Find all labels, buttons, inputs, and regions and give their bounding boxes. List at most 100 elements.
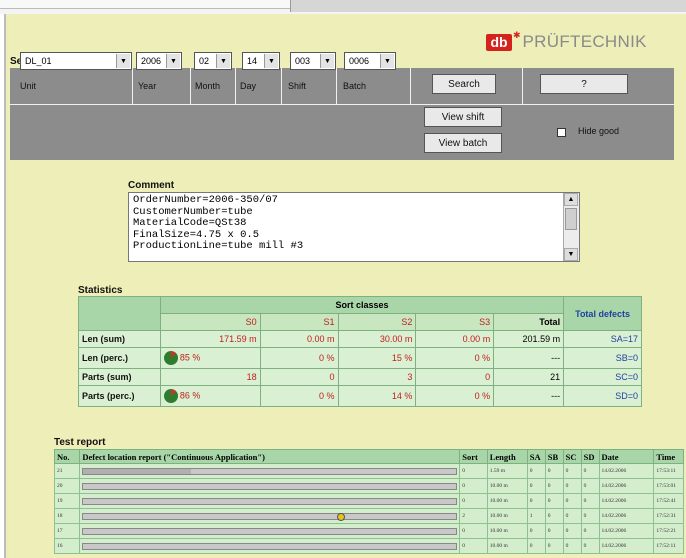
total-defects-header: Total defects <box>563 296 642 331</box>
table-row[interactable]: 21 0 1.59 m 0 0 0 0 14.02.2006 17:53:11 <box>53 463 684 479</box>
cell-date: 14.02.2006 <box>598 523 655 539</box>
cell-time: 17:52:21 <box>653 523 684 539</box>
test-report-body: 21 0 1.59 m 0 0 0 0 14.02.2006 17:53:11 20 0 10.00 … <box>53 463 684 554</box>
unit-value: DL_01 <box>25 56 52 66</box>
help-button[interactable]: ? <box>540 74 628 94</box>
search-button[interactable]: Search <box>432 74 496 94</box>
divider <box>132 68 133 104</box>
stat-value: 85 % <box>179 352 201 363</box>
defect-location-bar-cell <box>79 493 461 509</box>
day-select[interactable]: 14 ▼ <box>242 52 280 70</box>
defect-cell: SD=0 <box>563 385 642 407</box>
scroll-thumb[interactable] <box>565 208 577 230</box>
divider <box>281 68 282 104</box>
pie-chart-icon <box>163 351 178 365</box>
table-row[interactable]: 18 2 10.00 m 1 0 0 0 14.02.2006 17:52:31 <box>53 508 684 524</box>
scroll-down-icon[interactable]: ▼ <box>564 248 578 261</box>
window-top-strip <box>0 0 686 14</box>
brand-logo: db ✱ PRÜFTECHNIK <box>486 29 647 52</box>
test-report-title: Test report <box>54 437 106 448</box>
defect-location-bar-cell <box>79 538 461 554</box>
defect-location-bar <box>82 467 458 475</box>
test-report-table: No. Defect location report ("Continuous A… <box>53 449 684 554</box>
table-row[interactable]: 19 0 10.00 m 0 0 0 0 14.02.2006 17:52:41 <box>53 493 684 509</box>
stat-cell: 171.59 m <box>159 330 261 348</box>
cell-sort: 0 <box>459 463 488 479</box>
header-divider <box>10 104 674 105</box>
cell-no: 17 <box>53 523 81 539</box>
row-label: Parts (sum) <box>78 368 161 386</box>
cell-length: 10.00 m <box>486 478 528 494</box>
cell-date: 14.02.2006 <box>598 508 655 524</box>
shift-value: 003 <box>295 56 311 66</box>
col-header: S0 <box>159 313 261 331</box>
defect-location-bar <box>82 512 458 521</box>
cell-sa: 0 <box>526 463 546 479</box>
hide-good-checkbox[interactable] <box>557 128 566 137</box>
chevron-down-icon: ▼ <box>166 54 180 68</box>
stats-corner <box>78 296 161 331</box>
db-logo-icon: db <box>486 33 512 51</box>
shift-select[interactable]: 003 ▼ <box>290 52 336 70</box>
defect-location-bar-cell <box>79 478 461 494</box>
cell-length: 1.59 m <box>486 463 528 479</box>
cell-length: 10.00 m <box>486 538 528 554</box>
scroll-up-icon[interactable]: ▲ <box>564 193 578 206</box>
cell-sb: 0 <box>544 463 564 479</box>
cell-date: 14.02.2006 <box>598 493 655 509</box>
view-shift-button[interactable]: View shift <box>424 107 502 127</box>
row-label: Len (sum) <box>78 330 161 348</box>
defect-cell: SA=17 <box>563 330 642 348</box>
statistics-table: Sort classes Total defects S0 S1 S2 S3 T… <box>78 296 642 407</box>
batch-select[interactable]: 0006 ▼ <box>344 52 396 70</box>
table-row[interactable]: 17 0 10.00 m 0 0 0 0 14.02.2006 17:52:21 <box>53 523 684 539</box>
comment-scrollbar[interactable]: ▲ ▼ <box>563 193 579 261</box>
unit-header: Unit <box>20 81 37 91</box>
cell-sd: 0 <box>580 463 600 479</box>
defect-marker-icon[interactable] <box>336 512 345 521</box>
cell-no: 16 <box>53 538 81 554</box>
stat-cell: 21 <box>493 368 565 386</box>
year-select[interactable]: 2006 ▼ <box>136 52 182 70</box>
divider <box>190 68 191 104</box>
brand-name: PRÜFTECHNIK <box>522 32 647 51</box>
comment-textarea[interactable]: OrderNumber=2006-350/07 CustomerNumber=t… <box>128 192 580 262</box>
divider <box>410 68 411 104</box>
cell-no: 21 <box>53 463 81 479</box>
cell-no: 20 <box>53 478 81 494</box>
stat-cell: 0 <box>259 368 339 386</box>
logo-star-icon: ✱ <box>513 29 521 40</box>
table-row[interactable]: 20 0 10.00 m 0 0 0 0 14.02.2006 17:53:01 <box>53 478 684 494</box>
stat-cell: 3 <box>337 368 417 386</box>
chevron-down-icon: ▼ <box>320 54 334 68</box>
stat-cell: 15 % <box>337 347 417 369</box>
column-header: SB <box>544 449 564 464</box>
shift-header: Shift <box>288 81 307 91</box>
column-header: Date <box>598 449 655 464</box>
stat-cell: --- <box>493 385 565 407</box>
chevron-down-icon: ▼ <box>264 54 278 68</box>
cell-sd: 0 <box>580 493 600 509</box>
cell-sa: 0 <box>526 493 546 509</box>
cell-sort: 0 <box>459 523 488 539</box>
stat-cell: 0 % <box>259 347 339 369</box>
col-header: Total <box>493 313 565 331</box>
month-select[interactable]: 02 ▼ <box>194 52 232 70</box>
cell-sort: 0 <box>459 538 488 554</box>
column-header: Defect location report ("Continuous Appl… <box>79 449 461 464</box>
batch-header: Batch <box>343 81 367 91</box>
stat-cell: 0.00 m <box>259 330 339 348</box>
view-batch-button[interactable]: View batch <box>424 133 502 153</box>
column-header: SA <box>526 449 546 464</box>
unit-select[interactable]: DL_01 ▼ <box>20 52 132 70</box>
month-value: 02 <box>199 56 210 66</box>
table-row[interactable]: 16 0 10.00 m 0 0 0 0 14.02.2006 17:52:11 <box>53 538 684 554</box>
cell-date: 14.02.2006 <box>598 463 655 479</box>
stat-cell: 86 % <box>159 385 261 407</box>
defect-cell: SC=0 <box>563 368 642 386</box>
stat-cell: 0.00 m <box>415 330 495 348</box>
stat-cell: 0 % <box>415 385 495 407</box>
cell-no: 19 <box>53 493 81 509</box>
defect-location-bar <box>82 527 458 535</box>
column-header: Time <box>653 449 684 464</box>
